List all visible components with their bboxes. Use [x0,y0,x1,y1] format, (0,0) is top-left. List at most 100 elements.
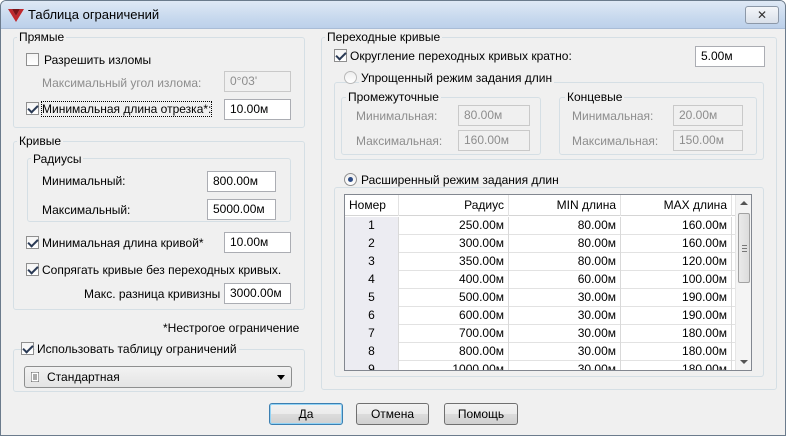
min-length-cell[interactable]: 30.00м [509,325,621,343]
table-row[interactable]: 7 700.00м 30.00м 180.00м [345,325,736,343]
list-icon [31,372,39,382]
window-title: Таблица ограничений [28,7,160,22]
table-row[interactable]: 2 300.00м 80.00м 160.00м [345,235,736,253]
close-button[interactable]: ✕ [745,6,779,24]
min-length-cell[interactable]: 80.00м [509,217,621,235]
min-curve-length-label[interactable]: Минимальная длина кривой* [42,236,204,250]
transition-curves-legend: Переходные кривые [325,30,443,44]
selected-table-value: Стандартная [47,370,120,384]
help-button[interactable]: Помощь [444,403,518,425]
radius-cell[interactable]: 400.00м [399,271,509,289]
max-length-cell[interactable]: 120.00м [621,253,732,271]
min-curve-length-input[interactable]: 10.00м [224,232,291,253]
close-icon: ✕ [756,8,768,22]
min-length-cell[interactable]: 80.00м [509,235,621,253]
final-min-input[interactable]: 20.00м [673,105,743,126]
extended-mode-radio[interactable] [344,173,357,186]
radius-cell[interactable]: 500.00м [399,289,509,307]
intermediate-max-input[interactable]: 160.00м [458,130,530,151]
max-angle-input[interactable]: 0°03' [224,71,291,92]
row-number: 3 [345,253,399,271]
row-number: 6 [345,307,399,325]
max-length-cell[interactable]: 160.00м [621,217,732,235]
table-row[interactable]: 5 500.00м 30.00м 190.00м [345,289,736,307]
cancel-button[interactable]: Отмена [356,403,429,425]
radius-cell[interactable]: 300.00м [399,235,509,253]
table-vertical-scrollbar[interactable] [735,195,751,370]
min-length-cell[interactable]: 80.00м [509,253,621,271]
max-length-cell[interactable]: 190.00м [621,289,732,307]
extended-mode-label[interactable]: Расширенный режим задания длин [359,173,561,187]
table-row[interactable]: 4 400.00м 60.00м 100.00м [345,271,736,289]
pair-curves-label[interactable]: Сопрягать кривые без переходных кривых. [42,263,281,277]
dialog-body: Прямые Разрешить изломы Максимальный уго… [1,29,785,435]
pair-curves-checkbox[interactable] [26,263,39,276]
column-header-min-length[interactable]: MIN длина [509,195,621,216]
radius-cell[interactable]: 800.00м [399,343,509,361]
table-row[interactable]: 9 1000.00м 30.00м 180.00м [345,361,736,370]
column-header-max-length[interactable]: MAX длина [621,195,732,216]
max-length-cell[interactable]: 160.00м [621,235,732,253]
max-length-cell[interactable]: 180.00м [621,325,732,343]
constraints-table-select[interactable]: Стандартная [24,366,292,388]
max-curvature-diff-input[interactable]: 3000.00м [224,283,291,304]
max-radius-label: Максимальный: [42,203,131,217]
max-radius-input[interactable]: 5000.00м [207,199,276,220]
table-row[interactable]: 1 250.00м 80.00м 160.00м [345,217,736,235]
radius-cell[interactable]: 600.00м [399,307,509,325]
max-length-cell[interactable]: 180.00м [621,361,732,370]
scroll-down-icon[interactable] [736,354,751,370]
row-number: 8 [345,343,399,361]
min-length-cell[interactable]: 60.00м [509,271,621,289]
ok-button[interactable]: Да [269,403,343,425]
final-max-label: Максимальная: [572,134,659,148]
straight-legend: Прямые [17,30,67,44]
scroll-thumb[interactable] [738,213,750,283]
table-row[interactable]: 6 600.00м 30.00м 190.00м [345,307,736,325]
use-table-label[interactable]: Использовать таблицу ограничений [35,342,239,356]
table-row[interactable]: 3 350.00м 80.00м 120.00м [345,253,736,271]
max-length-cell[interactable]: 100.00м [621,271,732,289]
min-length-cell[interactable]: 30.00м [509,343,621,361]
simple-mode-radio[interactable] [344,71,357,84]
intermediate-max-label: Максимальная: [356,134,443,148]
allow-breaks-label[interactable]: Разрешить изломы [44,53,151,67]
table-header: Номер Радиус MIN длина MAX длина [345,195,736,216]
row-number: 2 [345,235,399,253]
intermediate-min-input[interactable]: 80.00м [458,105,530,126]
grip-icon [742,245,747,246]
simple-mode-label[interactable]: Упрощенный режим задания длин [359,71,555,85]
radius-cell[interactable]: 350.00м [399,253,509,271]
radius-length-table[interactable]: Номер Радиус MIN длина MAX длина 1 250.0… [344,194,752,371]
rounding-label[interactable]: Округление переходных кривых кратно: [350,49,572,63]
max-length-cell[interactable]: 180.00м [621,343,732,361]
allow-breaks-checkbox[interactable] [26,53,39,66]
min-segment-input[interactable]: 10.00м [224,99,291,120]
max-length-cell[interactable]: 190.00м [621,307,732,325]
rounding-input[interactable]: 5.00м [695,46,765,67]
final-max-input[interactable]: 150.00м [673,130,743,151]
min-length-cell[interactable]: 30.00м [509,289,621,307]
min-length-cell[interactable]: 30.00м [509,307,621,325]
min-length-cell[interactable]: 30.00м [509,361,621,370]
constraints-dialog: Таблица ограничений ✕ Прямые Разрешить и… [0,0,786,436]
radius-cell[interactable]: 1000.00м [399,361,509,370]
column-header-radius[interactable]: Радиус [399,195,509,216]
curves-legend: Кривые [17,134,64,148]
row-number: 5 [345,289,399,307]
column-header-number[interactable]: Номер [345,195,399,216]
scroll-up-icon[interactable] [736,195,751,211]
min-curve-length-checkbox[interactable] [26,236,39,249]
use-table-checkbox[interactable] [21,342,34,355]
radius-cell[interactable]: 250.00м [399,217,509,235]
table-row[interactable]: 8 800.00м 30.00м 180.00м [345,343,736,361]
rounding-checkbox[interactable] [334,49,347,62]
soft-constraint-note: *Нестрогое ограничение [163,321,300,335]
min-segment-checkbox[interactable] [26,102,39,115]
min-radius-input[interactable]: 800.00м [207,171,276,192]
row-number: 9 [345,361,399,370]
min-segment-label[interactable]: Минимальная длина отрезка*: [40,101,213,117]
intermediate-min-label: Минимальная: [356,109,438,123]
title-bar: Таблица ограничений ✕ [1,1,785,29]
radius-cell[interactable]: 700.00м [399,325,509,343]
